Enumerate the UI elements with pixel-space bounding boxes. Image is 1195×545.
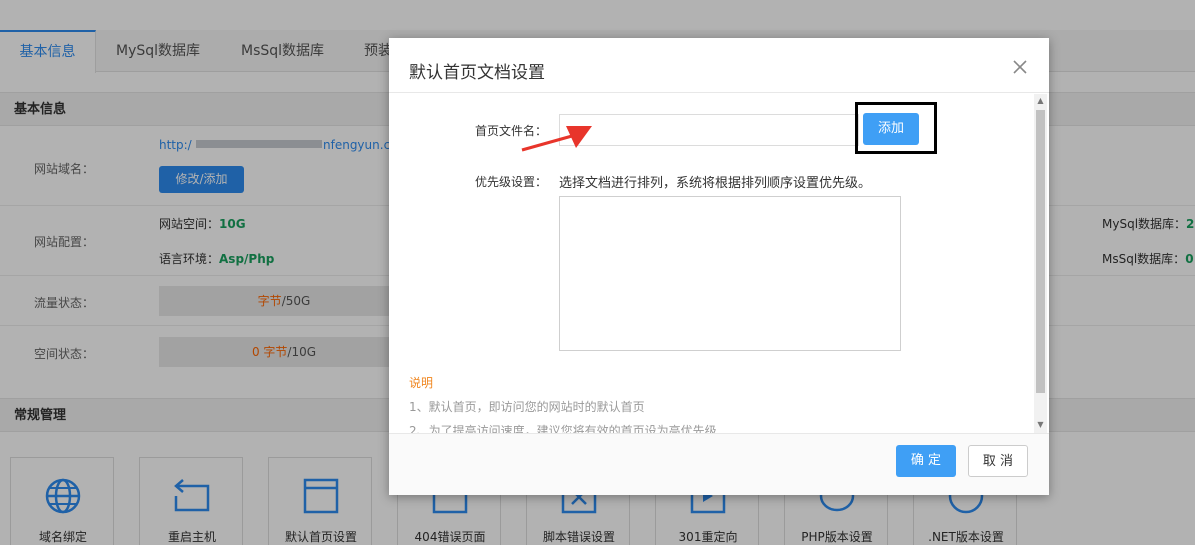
close-icon[interactable]: [1011, 58, 1029, 76]
note-line: 2、为了提高访问速度，建议您将有效的首页设为高优先级: [409, 424, 717, 433]
scroll-up-icon[interactable]: ▲: [1036, 96, 1045, 105]
filename-input[interactable]: [559, 114, 859, 146]
note-title: 说明: [409, 376, 434, 390]
default-page-dialog: 默认首页文档设置 首页文件名： 添加 优先级设置： 选择文档进行排列，系统将根据…: [389, 38, 1049, 495]
dialog-scrollbar[interactable]: ▲ ▼: [1034, 94, 1047, 433]
scroll-down-icon[interactable]: ▼: [1036, 420, 1045, 429]
scrollbar-thumb[interactable]: [1036, 110, 1045, 393]
dialog-title: 默认首页文档设置: [409, 63, 545, 83]
ok-button[interactable]: 确 定: [896, 445, 956, 477]
priority-hint: 选择文档进行排列，系统将根据排列顺序设置优先级。: [559, 176, 872, 191]
note-line: 1、默认首页，即访问您的网站时的默认首页: [409, 400, 645, 414]
dialog-body: 首页文件名： 添加 优先级设置： 选择文档进行排列，系统将根据排列顺序设置优先级…: [389, 94, 1049, 433]
highlight-box: [855, 102, 937, 154]
dialog-footer: 确 定 取 消: [389, 433, 1049, 495]
annotation-arrow-icon: [521, 126, 592, 152]
cancel-button[interactable]: 取 消: [968, 445, 1028, 477]
priority-label: 优先级设置：: [475, 175, 548, 189]
dialog-header: 默认首页文档设置: [389, 38, 1049, 93]
priority-list[interactable]: [559, 196, 901, 351]
